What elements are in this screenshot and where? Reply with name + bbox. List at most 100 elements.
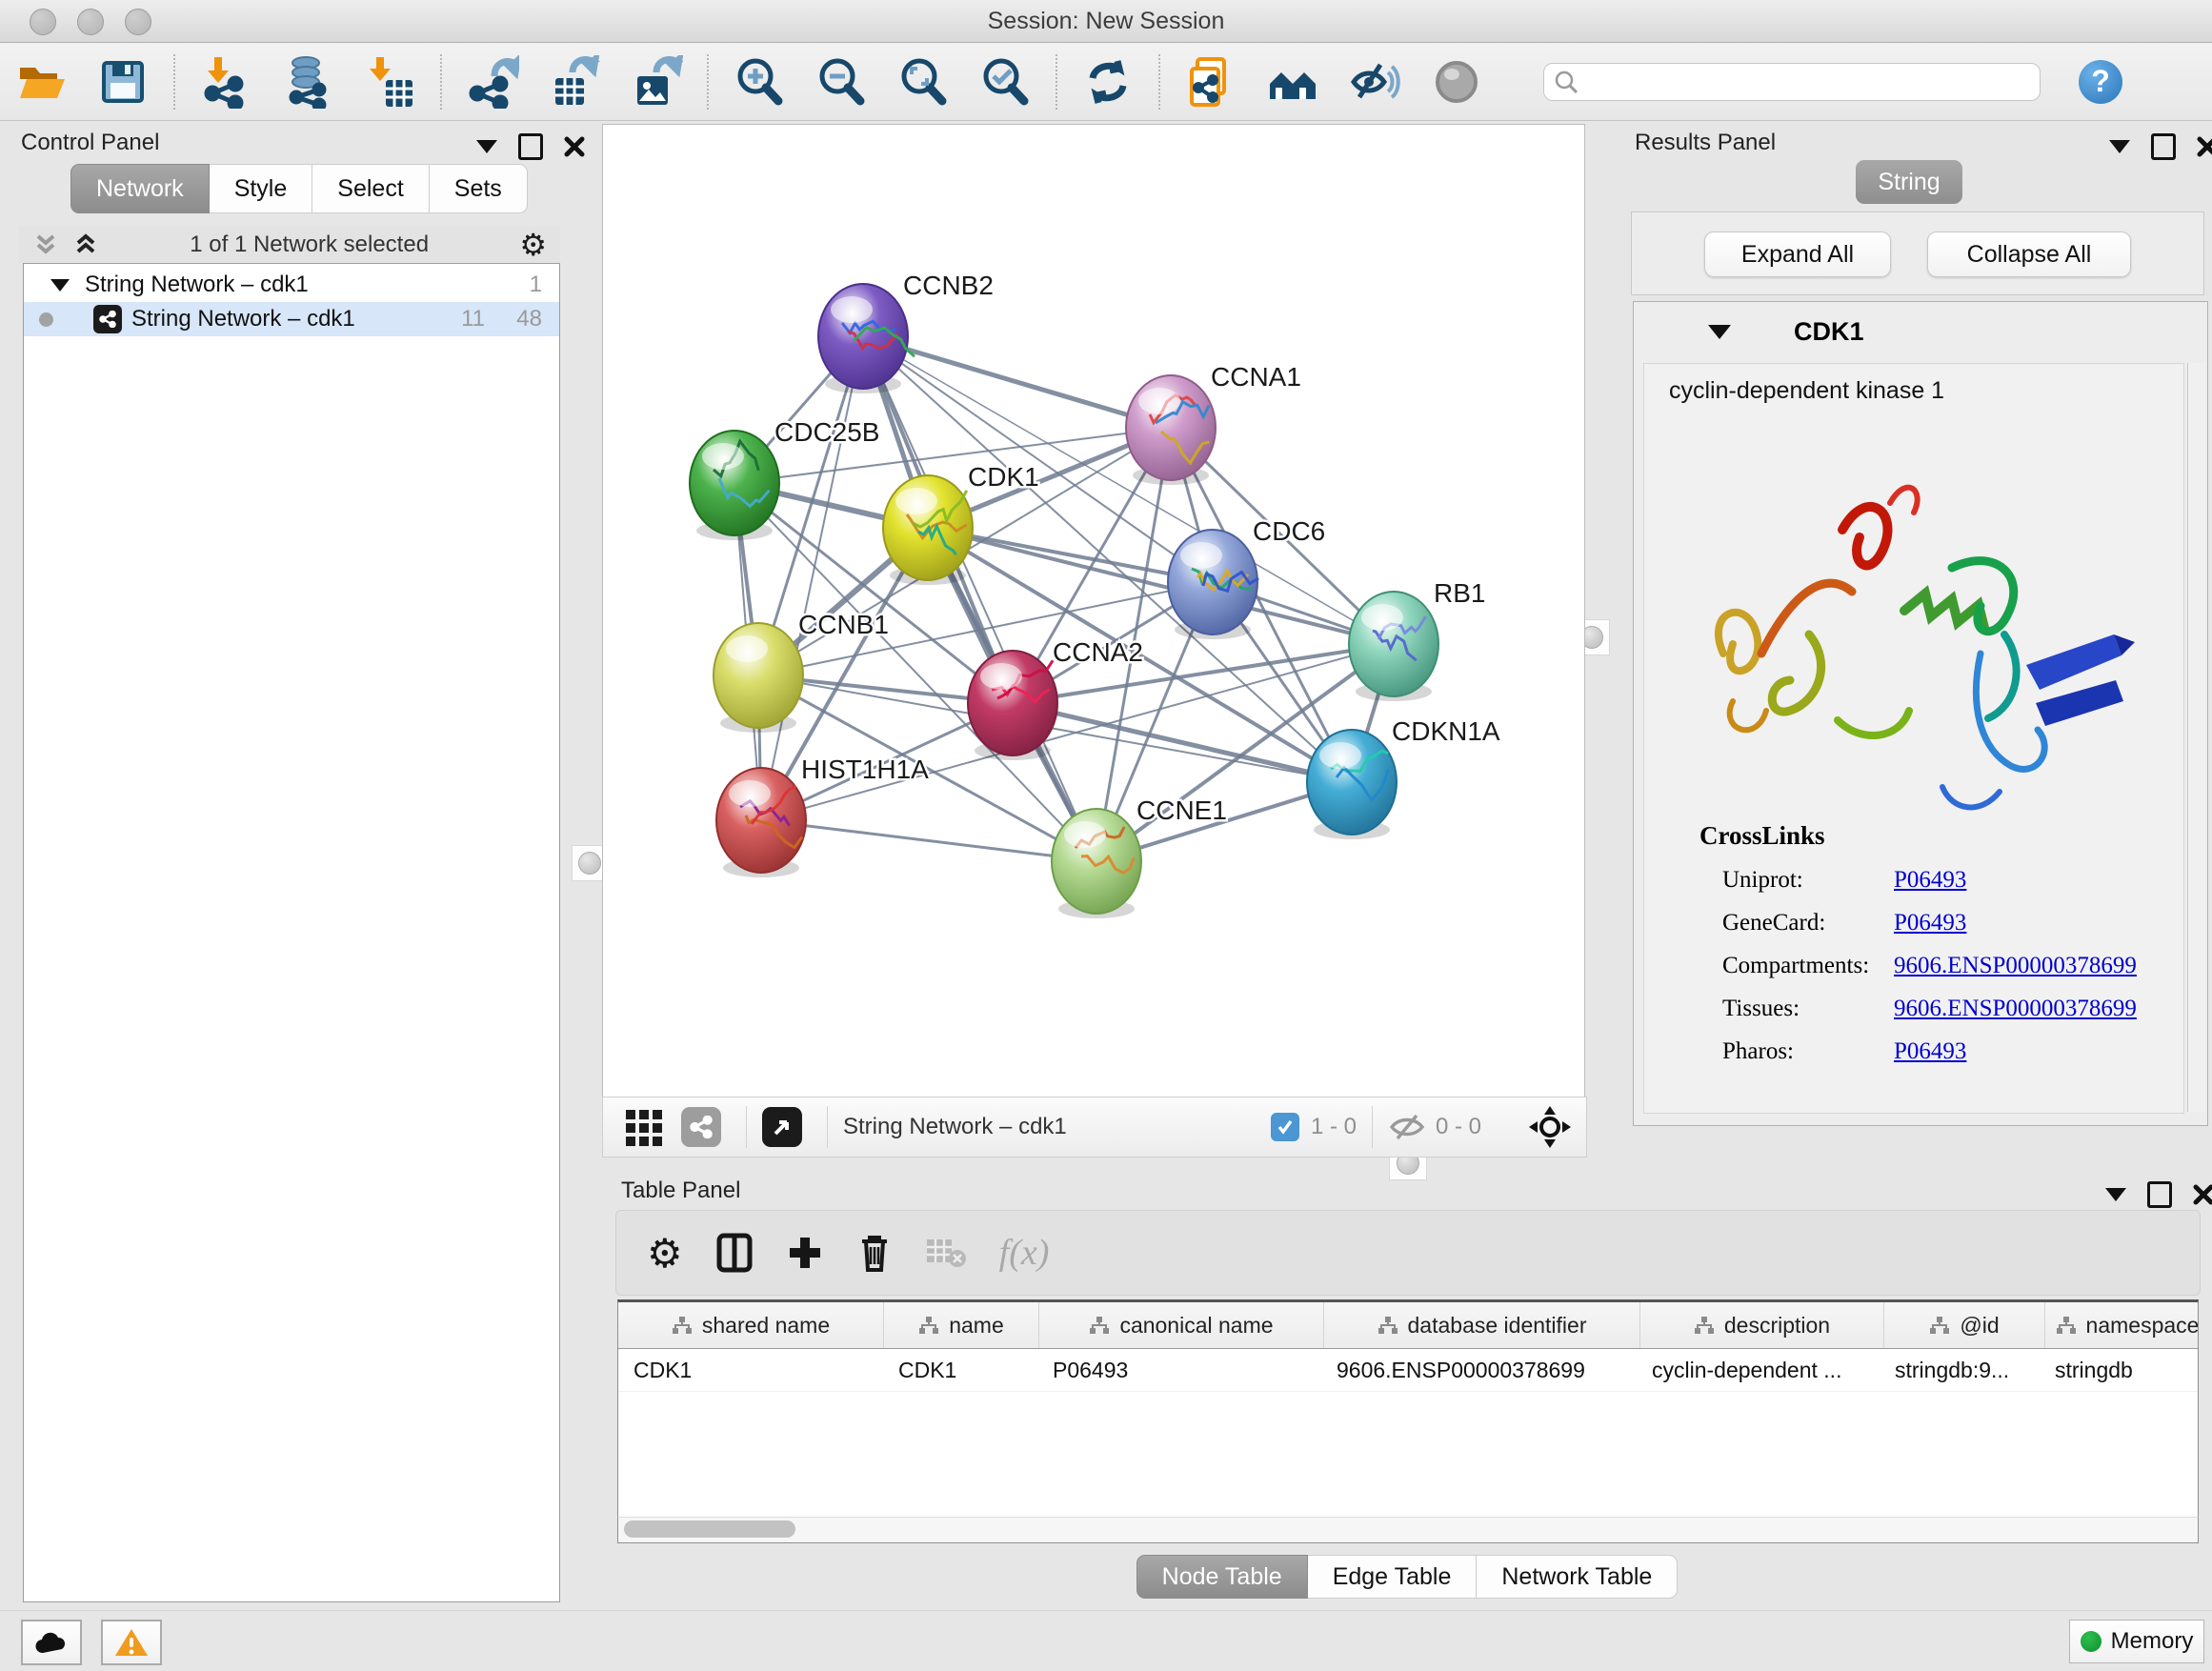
save-session-icon[interactable] <box>95 54 151 110</box>
table-cell[interactable]: P06493 <box>1037 1349 1321 1391</box>
panel-float-menu-icon[interactable] <box>2109 140 2130 153</box>
zoom-selected-icon[interactable] <box>977 54 1033 110</box>
column-header-shared-name[interactable]: shared name <box>618 1302 884 1348</box>
warning-icon <box>114 1627 149 1658</box>
column-header-database-identifier[interactable]: database identifier <box>1324 1302 1640 1348</box>
column-header--id[interactable]: @id <box>1884 1302 2045 1348</box>
fit-crosshair-icon[interactable] <box>1527 1104 1573 1150</box>
edge-HIST1H1A-CCNE1[interactable] <box>761 820 1096 861</box>
search-input[interactable] <box>1579 69 2001 95</box>
cloud-button[interactable] <box>21 1620 82 1665</box>
hide-details-icon[interactable] <box>1347 54 1402 110</box>
panel-close-icon[interactable] <box>2193 1184 2212 1205</box>
panel-float-menu-icon[interactable] <box>476 140 497 153</box>
tree-expander-icon[interactable] <box>50 279 70 292</box>
export-table-icon[interactable] <box>547 54 602 110</box>
node-CDC25B[interactable] <box>690 431 779 540</box>
export-network-icon[interactable] <box>465 54 520 110</box>
gear-icon[interactable]: ⚙ <box>519 227 547 263</box>
new-network-from-selection-icon[interactable] <box>1183 54 1238 110</box>
crosslink-link[interactable]: P06493 <box>1894 867 1966 894</box>
table-hscrollbar[interactable] <box>617 1517 2199 1543</box>
add-column-icon[interactable] <box>786 1234 824 1272</box>
delete-column-icon[interactable] <box>856 1232 893 1274</box>
table-cell[interactable]: CDK1 <box>883 1349 1037 1391</box>
tab-network[interactable]: Network <box>70 164 210 213</box>
function-builder-icon[interactable]: f(x) <box>999 1232 1050 1274</box>
column-header-description[interactable]: description <box>1640 1302 1884 1348</box>
column-header-namespace[interactable]: namespace <box>2045 1302 2199 1348</box>
zoom-in-icon[interactable] <box>732 54 787 110</box>
crosslink-link[interactable]: P06493 <box>1894 1038 1966 1065</box>
node-CCNB2[interactable] <box>818 284 915 393</box>
section-expander-icon[interactable] <box>1708 325 1731 339</box>
first-neighbors-icon[interactable] <box>1265 54 1320 110</box>
network-collection-row[interactable]: String Network – cdk1 1 <box>24 268 559 302</box>
network-row[interactable]: String Network – cdk1 11 48 <box>24 302 559 336</box>
results-scrollbar[interactable] <box>2187 363 2205 1112</box>
tab-select[interactable]: Select <box>312 164 429 213</box>
table-cell[interactable]: CDK1 <box>618 1349 883 1391</box>
expand-all-button[interactable]: Expand All <box>1704 232 1891 277</box>
node-CDKN1A[interactable] <box>1307 730 1397 839</box>
table-cell[interactable]: cyclin-dependent ... <box>1637 1349 1880 1391</box>
zoom-out-icon[interactable] <box>814 54 869 110</box>
node-CCNB1[interactable] <box>714 623 803 733</box>
import-network-icon[interactable] <box>198 54 253 110</box>
tab-sets[interactable]: Sets <box>430 164 528 213</box>
tab-node-table[interactable]: Node Table <box>1136 1555 1308 1599</box>
search-field[interactable] <box>1543 63 2041 101</box>
tab-edge-table[interactable]: Edge Table <box>1308 1555 1478 1599</box>
tab-string[interactable]: String <box>1856 160 1962 204</box>
collapse-all-button[interactable]: Collapse All <box>1927 232 2131 277</box>
warning-button[interactable] <box>101 1620 162 1665</box>
sphere-icon[interactable] <box>1429 54 1484 110</box>
node-RB1[interactable] <box>1349 592 1438 701</box>
gene-section-header[interactable]: CDK1 <box>1634 302 2207 361</box>
network-view-type-icon[interactable] <box>681 1107 721 1147</box>
delete-table-icon[interactable] <box>925 1236 967 1270</box>
edge-CCNA2-CDKN1A[interactable] <box>1013 703 1352 782</box>
help-icon[interactable]: ? <box>2079 60 2122 104</box>
crosslink-link[interactable]: 9606.ENSP00000378699 <box>1894 996 2137 1022</box>
memory-button[interactable]: Memory <box>2069 1620 2204 1663</box>
import-database-icon[interactable] <box>280 54 335 110</box>
tab-network-table[interactable]: Network Table <box>1477 1555 1678 1599</box>
panel-close-icon[interactable] <box>564 136 585 157</box>
table-settings-gear-icon[interactable]: ⚙ <box>647 1230 683 1277</box>
hidden-eye-icon[interactable] <box>1388 1112 1426 1142</box>
table-cell[interactable]: stringdb <box>2040 1349 2199 1391</box>
node-CDC6[interactable] <box>1168 530 1258 639</box>
expand-all-chevron-icon[interactable] <box>72 232 99 257</box>
collapse-all-chevron-icon[interactable] <box>32 232 59 257</box>
export-image-icon[interactable] <box>629 54 684 110</box>
column-type-icon <box>672 1316 693 1335</box>
panel-undock-icon[interactable] <box>2151 133 2176 160</box>
column-header-name[interactable]: name <box>884 1302 1039 1348</box>
grid-view-icon[interactable] <box>624 1106 666 1148</box>
zoom-fit-icon[interactable] <box>895 54 951 110</box>
crosslink-link[interactable]: P06493 <box>1894 910 1966 936</box>
refresh-layout-icon[interactable] <box>1080 54 1136 110</box>
import-table-icon[interactable] <box>362 54 417 110</box>
table-hscroll-thumb[interactable] <box>624 1520 795 1538</box>
panel-float-menu-icon[interactable] <box>2105 1188 2126 1201</box>
selected-checkbox-icon[interactable] <box>1271 1113 1299 1141</box>
edge-CCNB2-HIST1H1A[interactable] <box>761 336 863 820</box>
panel-undock-icon[interactable] <box>2147 1181 2172 1208</box>
show-columns-icon[interactable] <box>715 1232 754 1274</box>
node-HIST1H1A[interactable] <box>716 768 806 877</box>
table-cell[interactable]: stringdb:9... <box>1880 1349 2040 1391</box>
node-CCNE1[interactable] <box>1052 809 1141 918</box>
node-CCNA1[interactable] <box>1126 375 1216 485</box>
network-view-canvas[interactable]: CCNB2CCNA1CDC25BCDK1CDC6RB1CCNB1CCNA2CDK… <box>602 124 1585 1097</box>
birds-eye-view-icon[interactable] <box>762 1107 802 1147</box>
column-header-canonical-name[interactable]: canonical name <box>1039 1302 1324 1348</box>
table-cell[interactable]: 9606.ENSP00000378699 <box>1321 1349 1637 1391</box>
panel-close-icon[interactable] <box>2197 136 2212 157</box>
open-session-icon[interactable] <box>13 54 69 110</box>
panel-undock-icon[interactable] <box>518 133 543 160</box>
column-header-label: canonical name <box>1119 1313 1273 1339</box>
tab-style[interactable]: Style <box>210 164 313 213</box>
crosslink-link[interactable]: 9606.ENSP00000378699 <box>1894 953 2137 979</box>
